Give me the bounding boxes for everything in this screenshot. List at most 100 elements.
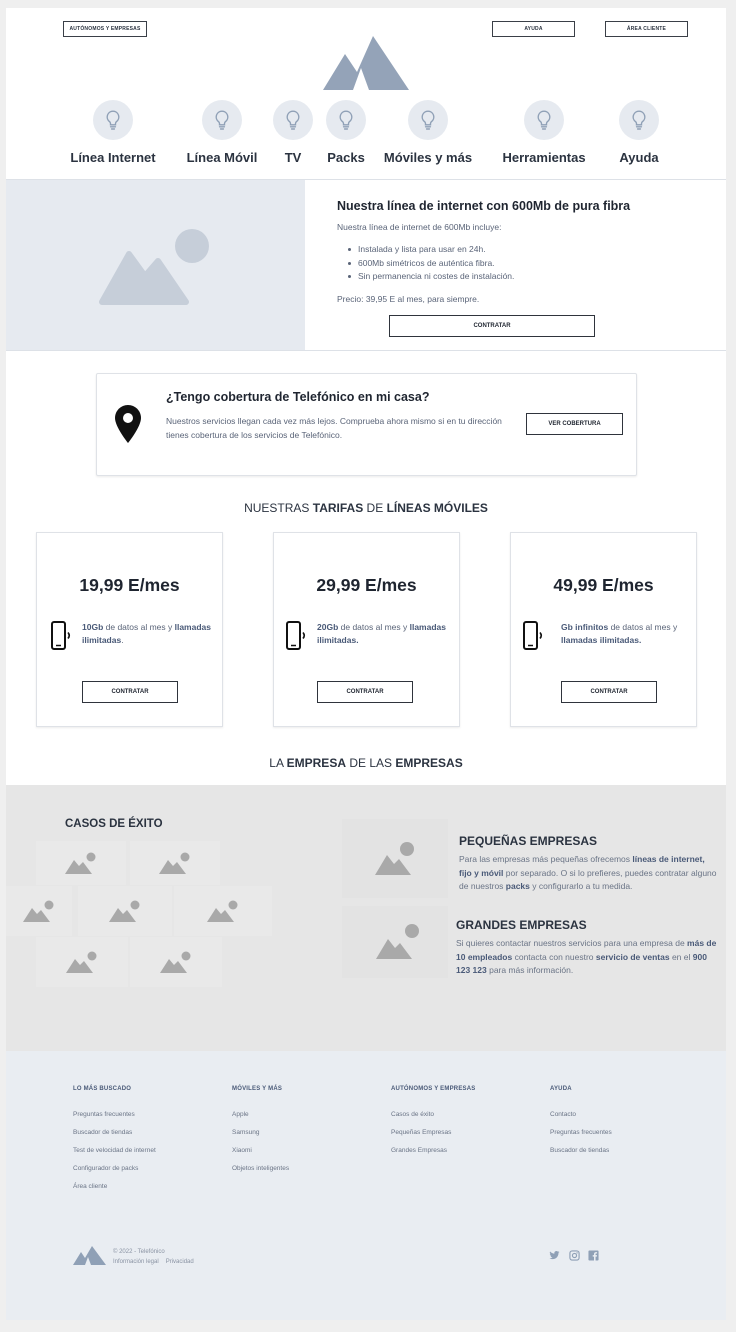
privacy-link[interactable]: Privacidad (166, 1259, 194, 1265)
footer-column-title: AUTÓNOMOS Y EMPRESAS (391, 1086, 476, 1092)
nav-circle[interactable] (524, 100, 564, 140)
nav-item-icon-wrap[interactable] (524, 100, 564, 140)
image-placeholder-icon (99, 229, 209, 305)
legal-links: Información legal Privacidad (113, 1258, 194, 1268)
tariff-contract-button[interactable]: CONTRATAR (561, 681, 657, 703)
large-business-text: Si quieres contactar nuestros servicios … (456, 937, 718, 978)
footer-link[interactable]: Preguntas frecuentes (550, 1129, 612, 1136)
text-part: 20Gb (317, 622, 339, 632)
feature-item: 600Mb simétricos de auténtica fibra. (348, 257, 514, 271)
tariff-description: Gb infinitos de datos al mes y llamadas … (561, 621, 692, 647)
nav-item-icon-wrap[interactable] (93, 100, 133, 140)
text-part: Para las empresas más pequeñas ofrecemos (459, 854, 633, 864)
nav-circle[interactable] (619, 100, 659, 140)
large-business-title: GRANDES EMPRESAS (456, 918, 587, 932)
nav-item-label[interactable]: Línea Internet (70, 150, 155, 165)
footer-link[interactable]: Apple (232, 1111, 249, 1118)
footer-link[interactable]: Buscador de tiendas (73, 1129, 132, 1136)
map-pin-icon (115, 405, 141, 443)
nav-item-icon-wrap[interactable] (408, 100, 448, 140)
lightbulb-icon (215, 110, 229, 130)
nav-item-label[interactable]: Herramientas (502, 150, 585, 165)
legal-link[interactable]: Información legal (113, 1259, 159, 1265)
hero-contract-button[interactable]: CONTRATAR (389, 315, 595, 337)
tariff-description: 20Gb de datos al mes y llamadas ilimitad… (317, 621, 455, 647)
heading-part: LA (269, 756, 287, 770)
nav-item-icon-wrap[interactable] (326, 100, 366, 140)
tariff-card: 19,99 E/mes 10Gb de datos al mes y llamad… (36, 532, 223, 727)
footer: LO MÁS BUSCADO Preguntas frecuentes Buscad… (6, 1051, 726, 1320)
success-case-tile[interactable] (6, 886, 72, 936)
tariffs-heading: NUESTRAS TARIFAS DE LÍNEAS MÓVILES (6, 501, 726, 515)
image-placeholder-icon (159, 852, 190, 874)
footer-link[interactable]: Configurador de packs (73, 1165, 138, 1172)
success-case-tile[interactable] (36, 841, 126, 885)
text-part: de datos al mes y (338, 622, 410, 632)
nav-item-label[interactable]: TV (285, 150, 302, 165)
tariff-card: 49,99 E/mes Gb infinitos de datos al mes … (510, 532, 697, 727)
footer-link[interactable]: Buscador de tiendas (550, 1147, 609, 1154)
image-placeholder-icon (375, 841, 414, 875)
feature-item: Instalada y lista para usar en 24h. (348, 243, 514, 257)
text-part: para más información. (486, 965, 574, 975)
twitter-icon[interactable] (549, 1250, 560, 1261)
footer-link[interactable]: Preguntas frecuentes (73, 1111, 135, 1118)
footer-link[interactable]: Xiaomi (232, 1147, 252, 1154)
text-part: Gb infinitos (561, 622, 609, 632)
nav-circle[interactable] (273, 100, 313, 140)
success-case-tile[interactable] (78, 886, 172, 936)
lightbulb-icon (339, 110, 353, 130)
text-part: y configurarlo a tu medida. (529, 881, 633, 891)
success-case-tile[interactable] (36, 937, 128, 987)
text-part: 10Gb (82, 622, 104, 632)
success-case-tile[interactable] (130, 841, 220, 885)
small-business-image (342, 819, 448, 898)
footer-link[interactable]: Objetos inteligentes (232, 1165, 289, 1172)
tariff-contract-button[interactable]: CONTRATAR (317, 681, 413, 703)
footer-link[interactable]: Contacto (550, 1111, 576, 1118)
facebook-icon[interactable] (588, 1250, 599, 1261)
nav-item-icon-wrap[interactable] (202, 100, 242, 140)
lightbulb-icon (537, 110, 551, 130)
image-placeholder-icon (376, 924, 419, 959)
check-coverage-button[interactable]: VER COBERTURA (526, 413, 623, 435)
footer-link[interactable]: Samsung (232, 1129, 259, 1136)
fiber-promo: Nuestra línea de internet con 600Mb de p… (6, 179, 726, 351)
business-segment-button[interactable]: AUTÓNOMOS Y EMPRESAS (63, 21, 147, 37)
footer-link[interactable]: Área cliente (73, 1183, 107, 1190)
footer-column-title: MÓVILES Y MÁS (232, 1086, 283, 1092)
tariff-price: 29,99 E/mes (316, 575, 417, 595)
success-case-tile[interactable] (174, 886, 272, 936)
client-area-button[interactable]: ÁREA CLIENTE (605, 21, 688, 37)
large-business-image (342, 906, 448, 978)
tariff-contract-button[interactable]: CONTRATAR (82, 681, 178, 703)
nav-item-icon-wrap[interactable] (273, 100, 313, 140)
footer-link[interactable]: Casos de éxito (391, 1111, 434, 1118)
nav-item-label[interactable]: Ayuda (619, 150, 658, 165)
tariff-price: 49,99 E/mes (553, 575, 654, 595)
nav-circle[interactable] (326, 100, 366, 140)
text-part: Si quieres contactar nuestros servicios … (456, 938, 688, 948)
nav-item-icon-wrap[interactable] (619, 100, 659, 140)
mountain-logo-icon[interactable] (323, 34, 409, 90)
nav-item-label[interactable]: Línea Móvil (187, 150, 258, 165)
smartphone-signal-icon (51, 621, 71, 650)
success-case-tile[interactable] (130, 937, 222, 987)
hero-title: Nuestra línea de internet con 600Mb de p… (337, 199, 631, 213)
nav-item-label[interactable]: Móviles y más (384, 150, 472, 165)
instagram-icon[interactable] (569, 1250, 580, 1261)
mountain-logo-icon[interactable] (73, 1245, 106, 1265)
nav-item-label[interactable]: Packs (327, 150, 365, 165)
nav-circle[interactable] (408, 100, 448, 140)
business-section: CASOS DE ÉXITO PEQUEÑAS EMPRESAS Para la… (6, 785, 726, 1051)
footer-link[interactable]: Pequeñas Empresas (391, 1129, 451, 1136)
nav-circle[interactable] (202, 100, 242, 140)
footer-link[interactable]: Grandes Empresas (391, 1147, 447, 1154)
hero-price: Precio: 39,95 E al mes, para siempre. (337, 294, 480, 304)
footer-column-title: AYUDA (550, 1086, 572, 1092)
nav-circle[interactable] (93, 100, 133, 140)
footer-link[interactable]: Test de velocidad de internet (73, 1147, 156, 1154)
small-business-text: Para las empresas más pequeñas ofrecemos… (459, 853, 719, 894)
help-button[interactable]: AYUDA (492, 21, 575, 37)
smartphone-signal-icon (523, 621, 543, 650)
